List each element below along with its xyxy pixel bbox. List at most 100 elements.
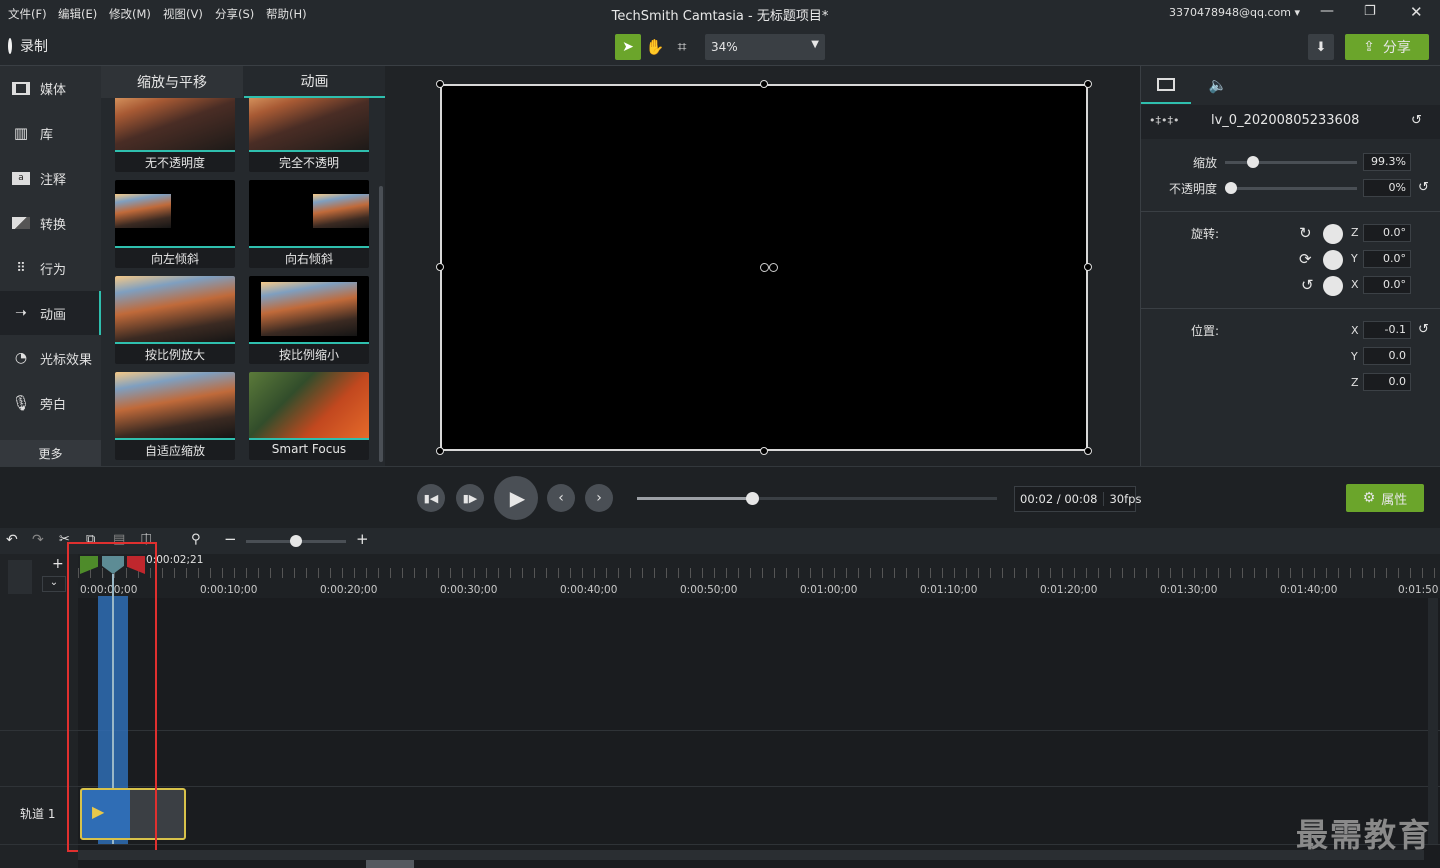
position-x-input[interactable]: -0.1 xyxy=(1363,321,1411,339)
divider xyxy=(115,150,235,152)
track-height-control[interactable] xyxy=(8,560,32,594)
rotation-y-dial[interactable] xyxy=(1323,250,1343,270)
timeline-zoom-thumb[interactable] xyxy=(290,535,302,547)
transition-icon xyxy=(10,214,32,232)
nav-item-annotations[interactable]: a 注释 xyxy=(0,156,101,200)
resize-handle[interactable] xyxy=(760,447,768,455)
reset-icon[interactable]: ↺ xyxy=(1411,113,1422,128)
rotation-z-input[interactable]: 0.0° xyxy=(1363,224,1411,242)
opacity-slider[interactable] xyxy=(1225,187,1357,190)
play-button[interactable]: ▶ xyxy=(494,476,538,520)
nav-item-voice-narration[interactable]: 🎙 旁白 xyxy=(0,381,101,425)
nav-item-cursor-effects[interactable]: ◔ 光标效果 xyxy=(0,336,101,380)
nav-label: 光标效果 xyxy=(40,352,93,368)
nav-label: 旁白 xyxy=(40,397,67,413)
maximize-button[interactable]: ❐ xyxy=(1364,4,1376,19)
select-tool-button[interactable]: ➤ xyxy=(615,34,641,60)
preview-image xyxy=(115,276,235,342)
time-display: 00:02 / 00:08 30fps xyxy=(1014,486,1141,512)
resize-handle[interactable] xyxy=(436,80,444,88)
next-button[interactable]: › xyxy=(585,484,613,512)
pan-tool-button[interactable]: ✋ xyxy=(642,34,668,60)
search-icon[interactable]: ⚲ xyxy=(191,532,201,547)
rotation-x-input[interactable]: 0.0° xyxy=(1363,276,1411,294)
resize-handle[interactable] xyxy=(436,263,444,271)
nav-item-animations[interactable]: ➝ 动画 xyxy=(0,291,101,335)
preset-thumb[interactable]: 向右倾斜 xyxy=(249,180,369,268)
resize-handle[interactable] xyxy=(760,80,768,88)
previous-button[interactable]: ‹ xyxy=(547,484,575,512)
reset-icon[interactable]: ↺ xyxy=(1418,322,1429,337)
scrollbar-thumb[interactable] xyxy=(366,860,414,868)
divider xyxy=(115,246,235,248)
vertical-scrollbar[interactable] xyxy=(1428,598,1438,844)
zoom-in-icon[interactable]: + xyxy=(356,530,369,548)
preset-thumb[interactable]: Smart Focus xyxy=(249,372,369,460)
collapse-tracks-button[interactable]: ⌄ xyxy=(42,576,66,592)
preset-thumb[interactable]: 按比例缩小 xyxy=(249,276,369,364)
position-z-input[interactable]: 0.0 xyxy=(1363,373,1411,391)
nav-item-behaviors[interactable]: ⠿ 行为 xyxy=(0,246,101,290)
time-ruler[interactable] xyxy=(78,554,1440,598)
nav-item-transitions[interactable]: 转换 xyxy=(0,201,101,245)
resize-handle[interactable] xyxy=(1084,80,1092,88)
crop-tool-button[interactable]: ⌗ xyxy=(669,34,695,60)
scale-input[interactable]: 99.3% xyxy=(1363,153,1411,171)
crop-icon: ⌗ xyxy=(677,37,687,56)
close-button[interactable]: ✕ xyxy=(1410,3,1423,21)
opacity-slider-thumb[interactable] xyxy=(1225,182,1237,194)
resize-handle[interactable] xyxy=(436,447,444,455)
zoom-select[interactable]: 34% ▼ xyxy=(705,34,825,60)
step-back-button[interactable]: ▮▶ xyxy=(456,484,484,512)
download-button[interactable]: ⬇ xyxy=(1308,34,1334,60)
tab-visual-properties[interactable] xyxy=(1141,66,1191,104)
ruler-tick-label: 0:01:40;00 xyxy=(1280,584,1338,596)
record-button[interactable]: 录制 xyxy=(8,37,48,55)
center-anchor-icon[interactable] xyxy=(760,263,778,272)
preset-thumb[interactable]: 无不透明度 xyxy=(115,98,235,172)
undo-icon[interactable]: ↶ xyxy=(6,532,18,548)
skip-back-icon: ▮◀ xyxy=(423,491,439,505)
resize-handle[interactable] xyxy=(1084,447,1092,455)
annotation-icon: a xyxy=(10,169,32,187)
add-track-icon[interactable]: + xyxy=(52,556,64,572)
scale-slider[interactable] xyxy=(1225,161,1357,164)
preview-image xyxy=(249,276,369,342)
nav-item-media[interactable]: 媒体 xyxy=(0,66,101,110)
divider xyxy=(249,246,369,248)
rotation-x-dial[interactable] xyxy=(1323,276,1343,296)
resize-handle[interactable] xyxy=(1084,263,1092,271)
position-y-input[interactable]: 0.0 xyxy=(1363,347,1411,365)
account-menu[interactable]: 3370478948@qq.com ▾ xyxy=(1169,6,1300,19)
timeline: + ⌄ 0:00:00;00 0:00:10;00 0:00:20;00 0:0… xyxy=(0,542,1440,868)
tab-animations[interactable]: 动画 xyxy=(244,66,385,98)
rotation-y-input[interactable]: 0.0° xyxy=(1363,250,1411,268)
properties-button[interactable]: ⚙ 属性 xyxy=(1346,484,1424,512)
hand-icon: ✋ xyxy=(645,38,665,56)
chevron-left-icon: ‹ xyxy=(558,490,564,506)
redo-icon[interactable]: ↷ xyxy=(32,532,44,548)
preset-thumb[interactable]: 自适应缩放 xyxy=(115,372,235,460)
rotation-z-dial[interactable] xyxy=(1323,224,1343,244)
previous-frame-button[interactable]: ▮◀ xyxy=(417,484,445,512)
tab-zoom-pan[interactable]: 缩放与平移 xyxy=(101,66,243,98)
step-icon: ▮▶ xyxy=(462,491,478,505)
nav-more-button[interactable]: 更多 xyxy=(0,440,101,466)
preset-thumb[interactable]: 完全不透明 xyxy=(249,98,369,172)
clip-header: •‡•‡• lv_0_20200805233608 ↺ xyxy=(1141,105,1440,139)
tab-audio-properties[interactable]: 🔈 xyxy=(1193,66,1243,104)
opacity-input[interactable]: 0% xyxy=(1363,179,1411,197)
horizontal-scrollbar[interactable] xyxy=(78,850,1424,860)
zoom-out-icon[interactable]: − xyxy=(224,530,237,548)
preset-thumb[interactable]: 向左倾斜 xyxy=(115,180,235,268)
scale-slider-thumb[interactable] xyxy=(1247,156,1259,168)
left-nav: 媒体 ▥ 库 a 注释 转换 ⠿ 行为 ➝ 动画 ◔ 光标效果 🎙 旁白 更多 xyxy=(0,66,101,466)
nav-item-library[interactable]: ▥ 库 xyxy=(0,111,101,155)
scrub-thumb[interactable] xyxy=(746,492,760,505)
preset-thumb[interactable]: 按比例放大 xyxy=(115,276,235,364)
reset-icon[interactable]: ↺ xyxy=(1418,180,1429,195)
ruler-ticks xyxy=(78,568,1440,578)
minimize-button[interactable]: — xyxy=(1320,3,1334,19)
library-scrollbar[interactable] xyxy=(379,186,383,462)
share-button[interactable]: ⇪ 分享 xyxy=(1345,34,1429,60)
